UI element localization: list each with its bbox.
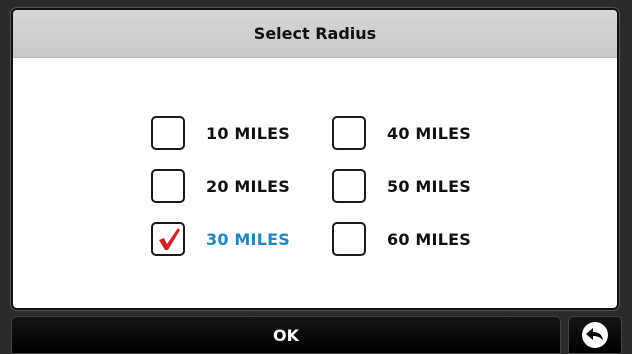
screen: Select Radius 10 MILES 20 MILES 30 MILES…	[0, 0, 632, 354]
radius-option-20[interactable]: 20 MILES	[151, 169, 290, 203]
radius-option-30[interactable]: 30 MILES	[151, 222, 290, 256]
checkbox[interactable]	[151, 169, 185, 203]
option-label: 10 MILES	[206, 123, 290, 143]
back-arrow-icon	[582, 322, 608, 348]
radius-option-40[interactable]: 40 MILES	[332, 116, 471, 150]
checkbox[interactable]	[332, 116, 366, 150]
select-radius-dialog: Select Radius 10 MILES 20 MILES 30 MILES…	[11, 8, 619, 310]
checkbox[interactable]	[151, 116, 185, 150]
option-label: 30 MILES	[206, 229, 290, 249]
checkmark-icon	[159, 228, 180, 250]
radius-option-10[interactable]: 10 MILES	[151, 116, 290, 150]
checkbox[interactable]	[332, 169, 366, 203]
option-label: 20 MILES	[206, 176, 290, 196]
back-button[interactable]	[568, 316, 622, 354]
radius-option-60[interactable]: 60 MILES	[332, 222, 471, 256]
ok-button[interactable]: OK	[11, 316, 561, 354]
option-label: 60 MILES	[387, 229, 471, 249]
dialog-title: Select Radius	[13, 10, 617, 58]
checkbox[interactable]	[332, 222, 366, 256]
option-label: 50 MILES	[387, 176, 471, 196]
option-label: 40 MILES	[387, 123, 471, 143]
radius-option-50[interactable]: 50 MILES	[332, 169, 471, 203]
checkbox-checked[interactable]	[151, 222, 185, 256]
